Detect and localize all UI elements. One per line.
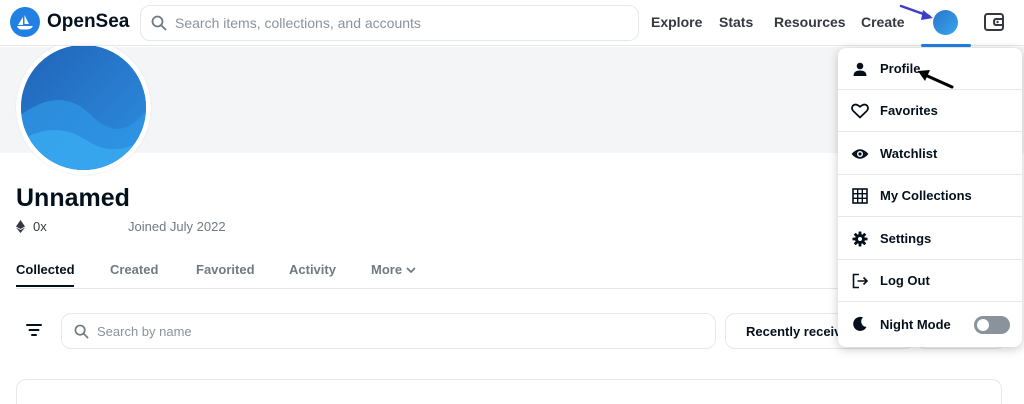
menu-label-my-collections: My Collections (880, 188, 972, 203)
menu-item-my-collections[interactable]: My Collections (838, 175, 1022, 217)
grid-icon (851, 187, 869, 205)
profile-avatar[interactable] (16, 40, 151, 175)
night-mode-toggle[interactable] (974, 316, 1010, 334)
logo-text: OpenSea (47, 11, 130, 32)
menu-item-night-mode[interactable]: Night Mode (838, 303, 1022, 345)
toggle-knob (977, 319, 989, 331)
search-icon (74, 324, 89, 338)
search-icon (151, 15, 167, 31)
global-search[interactable] (140, 5, 639, 41)
menu-label-watchlist: Watchlist (880, 146, 938, 161)
opensea-logo-icon (10, 7, 40, 37)
moon-icon (851, 315, 869, 333)
top-navbar: OpenSea Explore Stats Resources Create (0, 0, 1024, 47)
menu-item-profile[interactable]: Profile (838, 48, 1022, 90)
tab-activity[interactable]: Activity (289, 262, 336, 277)
menu-item-log-out[interactable]: Log Out (838, 260, 1022, 302)
wallet-icon (984, 13, 1004, 31)
nav-explore[interactable]: Explore (651, 14, 702, 30)
wallet-button[interactable] (983, 11, 1005, 33)
menu-label-settings: Settings (880, 231, 932, 246)
ethereum-icon (16, 220, 25, 233)
tab-more-label: More (371, 262, 403, 277)
joined-date: Joined July 2022 (128, 219, 226, 234)
gear-icon (851, 230, 869, 248)
menu-label-favorites: Favorites (880, 103, 938, 118)
menu-label-night-mode: Night Mode (880, 316, 951, 332)
menu-item-favorites[interactable]: Favorites (838, 90, 1022, 132)
chevron-down-icon (406, 267, 416, 273)
person-icon (851, 60, 869, 78)
filter-button[interactable] (25, 321, 43, 339)
wallet-address-row[interactable]: 0x (16, 219, 47, 234)
logout-icon (851, 272, 869, 290)
global-search-input[interactable] (175, 15, 615, 31)
menu-item-settings[interactable]: Settings (838, 218, 1022, 260)
name-search-input[interactable] (97, 323, 657, 339)
tab-created[interactable]: Created (110, 262, 158, 277)
tab-collected[interactable]: Collected (16, 262, 75, 277)
wallet-address: 0x (33, 219, 47, 234)
menu-item-watchlist[interactable]: Watchlist (838, 133, 1022, 175)
heart-icon (851, 102, 869, 120)
nav-stats[interactable]: Stats (719, 14, 753, 30)
account-avatar-button[interactable] (933, 10, 958, 35)
menu-label-profile: Profile (880, 61, 921, 76)
tab-favorited[interactable]: Favorited (196, 262, 255, 277)
eye-icon (851, 145, 869, 163)
profile-name: Unnamed (16, 184, 130, 212)
filter-icon (26, 324, 42, 336)
menu-label-log-out: Log Out (880, 273, 930, 288)
avatar-active-indicator (921, 44, 971, 47)
items-panel (16, 379, 1002, 404)
name-search[interactable] (61, 313, 716, 349)
opensea-logo[interactable]: OpenSea (10, 7, 129, 37)
account-dropdown-menu: Profile Favorites Watchlist My Collectio… (838, 48, 1022, 347)
nav-create[interactable]: Create (861, 14, 905, 30)
active-tab-indicator (16, 285, 74, 287)
tab-more[interactable]: More (371, 262, 417, 277)
nav-resources[interactable]: Resources (774, 14, 846, 30)
